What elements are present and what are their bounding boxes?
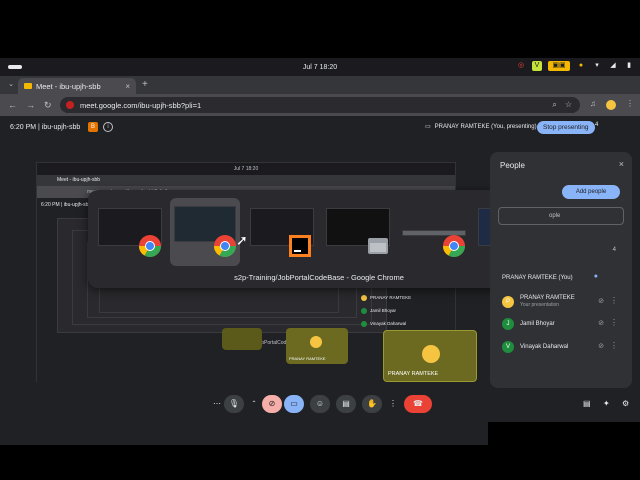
captions-button[interactable]: ▤: [336, 395, 356, 413]
close-tab-icon[interactable]: ×: [125, 82, 130, 91]
self-video-tile: PRANAY RAMTEKE: [383, 330, 477, 382]
address-toolbar: ← → ↻ meet.google.com/ibu-upjh-sbb?pli=1…: [0, 94, 640, 116]
participant-count: 4: [595, 122, 599, 128]
site-info-icon[interactable]: [66, 101, 74, 109]
picker-caption: s2p-Training/JobPortalCodeBase - Google …: [234, 273, 404, 282]
avatar: [310, 336, 322, 348]
participant-row[interactable]: V Vinayak Daharwal ⊘ ⋮: [502, 338, 626, 356]
presenting-status: ▭ PRANAY RAMTEKE (You, presenting): [425, 123, 537, 131]
camera-off-button[interactable]: ⊘: [262, 395, 282, 413]
browser-tab-strip: ⌄ Meet - ibu-upjh-sbb × +: [0, 76, 640, 94]
mic-off-icon[interactable]: ⊘: [598, 342, 604, 350]
speaking-indicator-icon: ●: [593, 273, 598, 280]
nested-people-list: PRANAY RAMTEKE Jamil Bhoyar Vinayak Daha…: [361, 291, 441, 330]
signal-icon[interactable]: ◢: [608, 61, 618, 71]
window-picker: s2p-Training/JobPortalCodeBase - Google …: [88, 190, 550, 288]
mouse-cursor-icon: ➚: [236, 232, 248, 248]
meet-header: 6:20 PM | ibu-upjh-sbb B i ▭ PRANAY RAMT…: [0, 116, 640, 140]
presenting-label: PRANAY RAMTEKE (You, presenting): [434, 123, 537, 130]
bookmark-star-icon[interactable]: ☆: [565, 100, 572, 110]
nested-time-code: 6:20 PM | ibu-upjh-sbb: [41, 202, 92, 208]
participant-row[interactable]: P PRANAY RAMTEKE Your presentation ⊘ ⋮: [502, 293, 626, 311]
chat-icon[interactable]: ▤: [583, 399, 591, 408]
meet-favicon-icon: [24, 83, 32, 89]
participant-name: PRANAY RAMTEKE (You): [502, 274, 573, 281]
nested-clock: Jul 7 18:20: [37, 163, 455, 175]
people-title: People: [500, 161, 525, 170]
meeting-controls: ⋯ 🎙 ⌃ ⊘ ▭ ☺ ▤ ✋ ⋮ ☎ ▤ ✦ ⚙: [0, 392, 640, 418]
more-options-icon[interactable]: ⋮: [386, 395, 400, 413]
chrome-icon: [214, 235, 236, 257]
tile-name: PRANAY RAMTEKE: [289, 356, 326, 361]
avatar: [422, 345, 440, 363]
nested-person: PRANAY RAMTEKE: [361, 291, 441, 304]
chrome-icon: [443, 235, 465, 257]
more-options-icon[interactable]: ⋮: [610, 296, 618, 305]
add-people-button[interactable]: Add people: [562, 185, 620, 199]
vim-extension-icon[interactable]: V: [532, 61, 542, 71]
participant-name: Jamil Bhoyar: [520, 320, 555, 327]
chrome-icon: [139, 235, 161, 257]
tab-search-icon[interactable]: ⌄: [5, 79, 17, 91]
record-icon[interactable]: ◎: [516, 61, 526, 71]
back-icon[interactable]: ←: [8, 100, 17, 110]
zoom-icon[interactable]: ⌕: [552, 100, 556, 110]
participant-row[interactable]: PRANAY RAMTEKE (You) ●: [502, 269, 626, 287]
meeting-info-icon[interactable]: i: [103, 122, 113, 132]
intellij-icon: [289, 235, 311, 257]
system-tray[interactable]: ◎ V ▣▣ ● ▾ ◢ ▮: [516, 61, 634, 71]
tab-meet[interactable]: Meet - ibu-upjh-sbb ×: [18, 78, 136, 94]
raise-hand-button[interactable]: ✋: [362, 395, 382, 413]
close-icon[interactable]: ×: [619, 159, 624, 169]
mic-indicator-icon[interactable]: ●: [576, 61, 586, 71]
battery-icon[interactable]: ▮: [624, 61, 634, 71]
participant-subtitle: Your presentation: [520, 302, 560, 308]
host-controls-icon[interactable]: ⚙: [622, 399, 629, 408]
meeting-time-code: 6:20 PM | ibu-upjh-sbb: [10, 124, 81, 131]
participant-row[interactable]: J Jamil Bhoyar ⊘ ⋮: [502, 315, 626, 333]
present-button[interactable]: ▭: [284, 395, 304, 413]
more-options-icon[interactable]: ⋮: [610, 318, 618, 327]
activities-icon[interactable]: ✦: [603, 399, 610, 408]
mid-video-tile: PRANAY RAMTEKE: [286, 328, 348, 364]
nested-person: Vinayak Daharwal: [361, 317, 441, 330]
meeting-badge-icon: B: [88, 122, 98, 132]
avatar: P: [502, 296, 514, 308]
more-options-icon[interactable]: ⋮: [610, 341, 618, 350]
new-tab-icon[interactable]: +: [142, 79, 148, 90]
mini-video-tile: [222, 328, 262, 350]
files-icon: [368, 238, 388, 254]
tab-title: Meet - ibu-upjh-sbb: [36, 81, 101, 91]
forward-icon[interactable]: →: [26, 100, 35, 110]
avatar: J: [502, 318, 514, 330]
url-text: meet.google.com/ibu-upjh-sbb?pli=1: [80, 100, 202, 110]
tile-name: PRANAY RAMTEKE: [388, 371, 439, 377]
camera-options-icon[interactable]: ⌃: [248, 395, 260, 413]
emoji-button[interactable]: ☺: [310, 395, 330, 413]
reload-icon[interactable]: ↻: [44, 100, 52, 111]
mic-off-icon[interactable]: ⊘: [598, 297, 604, 305]
participant-name: Vinayak Daharwal: [520, 343, 569, 350]
nested-tab: Meet - ibu-upjh-sbb: [37, 175, 455, 186]
screen-share-indicator-icon[interactable]: ▣▣: [548, 61, 570, 71]
search-people-input[interactable]: ople: [498, 207, 624, 225]
contributors-count: 4: [612, 247, 616, 253]
nested-person: Jamil Bhoyar: [361, 304, 441, 317]
people-panel: People × Add people ople 4 PRANAY RAMTEK…: [490, 152, 632, 388]
mic-off-icon[interactable]: ⊘: [598, 319, 604, 327]
system-status-bar: Jul 7 18:20 ◎ V ▣▣ ● ▾ ◢ ▮: [0, 58, 640, 76]
avatar: V: [502, 341, 514, 353]
leave-call-button[interactable]: ☎: [404, 395, 432, 413]
present-screen-icon: ▭: [425, 124, 431, 130]
profile-avatar[interactable]: [606, 100, 616, 110]
participant-name: PRANAY RAMTEKE: [520, 295, 575, 301]
address-bar[interactable]: meet.google.com/ibu-upjh-sbb?pli=1 ⌕ ☆: [60, 97, 580, 113]
media-control-icon[interactable]: ♫: [590, 99, 596, 108]
browser-menu-icon[interactable]: ⋮: [626, 99, 634, 108]
mic-button[interactable]: 🎙: [224, 395, 244, 413]
wifi-icon[interactable]: ▾: [592, 61, 602, 71]
stop-presenting-button[interactable]: Stop presenting: [537, 121, 595, 134]
